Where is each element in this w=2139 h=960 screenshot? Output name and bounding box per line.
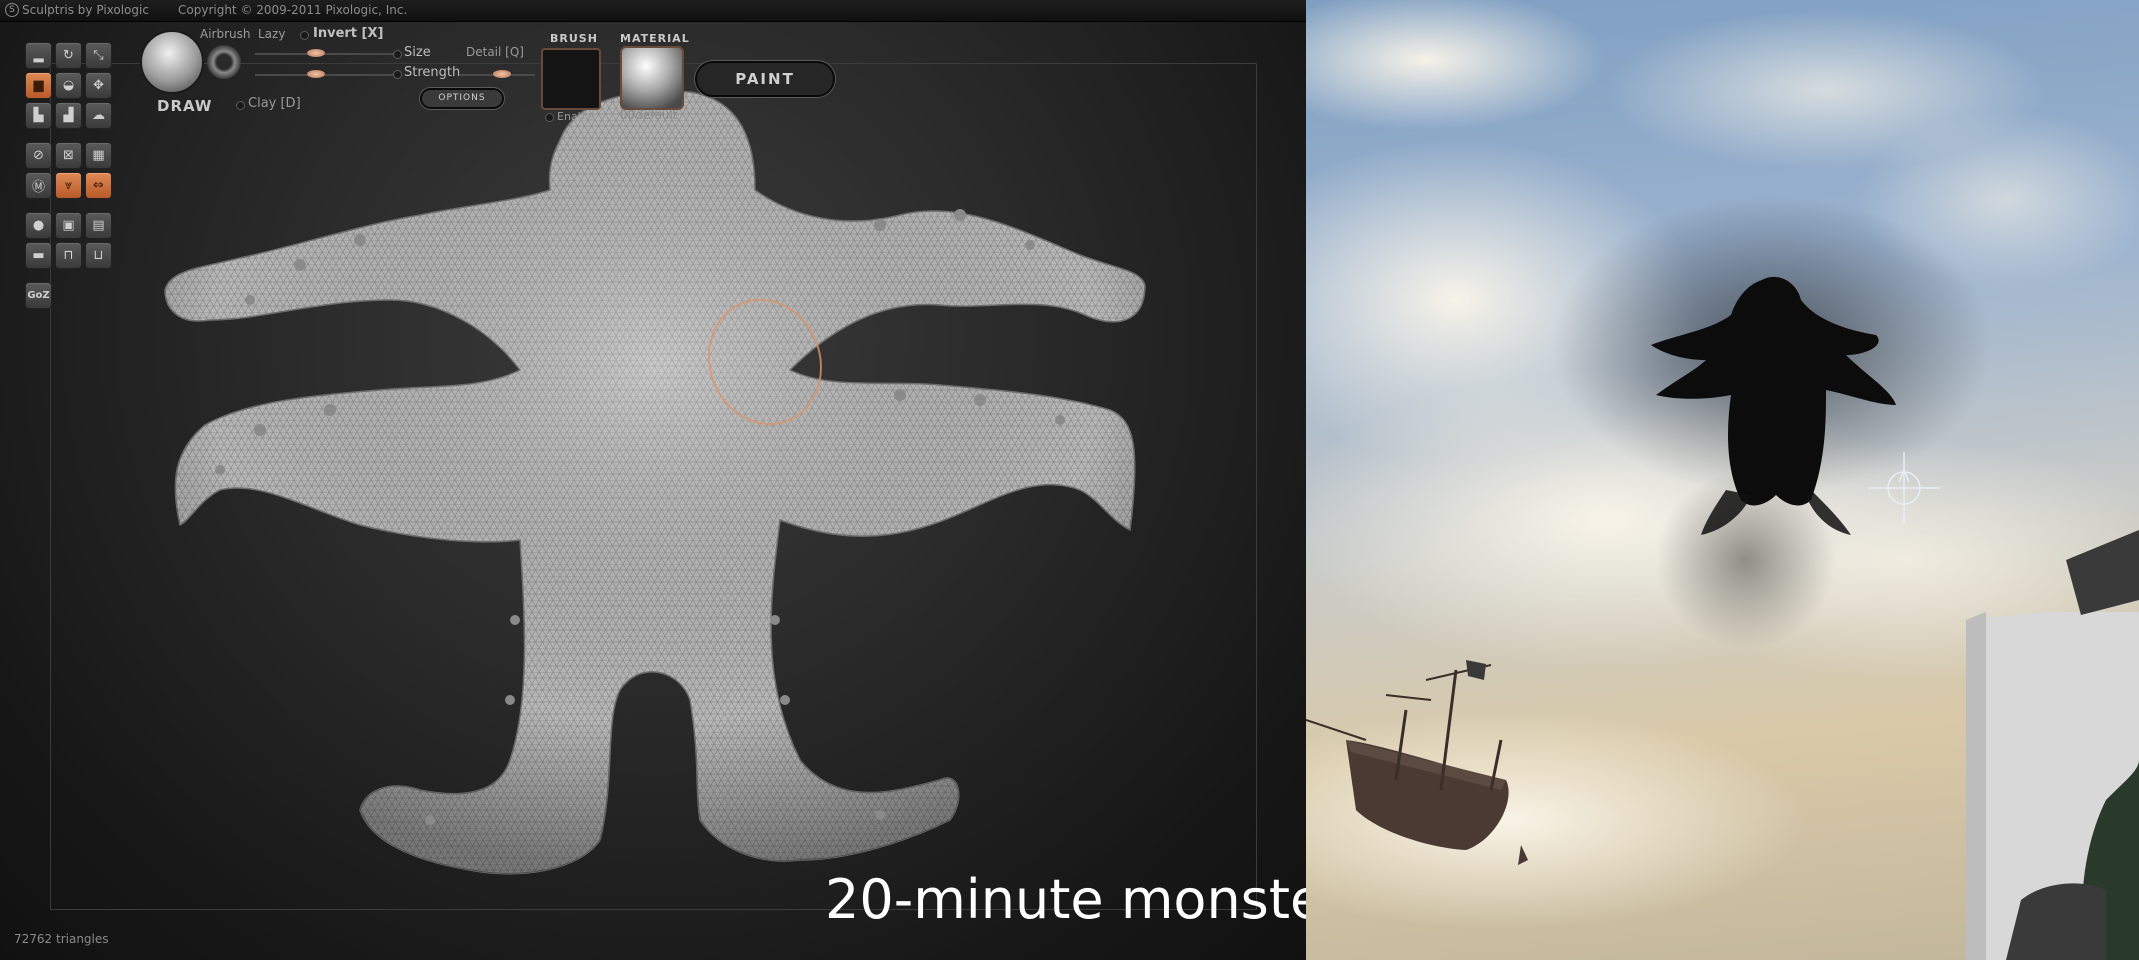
mirror-icon: ⇔	[93, 178, 104, 193]
goz-button[interactable]: GoZ	[25, 282, 52, 309]
flatten-icon: ◒	[62, 78, 75, 93]
draw-label: DRAW	[157, 97, 213, 115]
material-name: 00default	[620, 108, 678, 122]
grid-button[interactable]: ▦	[85, 142, 112, 169]
settings-icon: ⊔	[93, 248, 104, 263]
material-preview[interactable]	[620, 46, 684, 110]
sculpt-viewport[interactable]	[0, 22, 1306, 960]
copyright-text: Copyright © 2009-2011 Pixologic, Inc.	[178, 3, 408, 17]
lazy-label[interactable]: Lazy	[258, 27, 285, 41]
octopus-model	[164, 90, 1146, 875]
strength-slider-knob[interactable]	[307, 70, 325, 78]
symmetry-button[interactable]: ⊘	[25, 142, 52, 169]
grab-tool-button[interactable]: ✥	[85, 72, 112, 99]
pinch-tool-button[interactable]: ▟	[55, 102, 82, 129]
pinch-icon: ▟	[63, 108, 74, 123]
clay-label[interactable]: Clay [D]	[248, 96, 301, 111]
mirror-button[interactable]: ⇔	[85, 172, 112, 199]
invert-checkbox[interactable]	[300, 31, 309, 40]
triangle-count: 72762 triangles	[14, 932, 109, 946]
reduce-brush-button[interactable]: Ⓜ	[25, 172, 52, 199]
save-icon: ▤	[92, 218, 105, 233]
brush-enable-label[interactable]: Enable	[557, 110, 594, 123]
size-dot	[393, 50, 402, 59]
wireframe-icon: ⊠	[63, 148, 74, 163]
material-header: MATERIAL	[620, 32, 690, 45]
grab-icon: ✥	[93, 78, 104, 93]
draw-brush-icon[interactable]	[140, 30, 204, 94]
caption-text: 20-minute monster	[825, 868, 1306, 931]
new-sphere-button[interactable]: ●	[25, 212, 52, 239]
subdivide-icon: ⩔	[64, 178, 73, 193]
title-bar: S Sculptris by Pixologic Copyright © 200…	[0, 0, 1306, 22]
game-scene	[1306, 0, 2139, 960]
brush-enable-checkbox[interactable]	[545, 113, 554, 122]
options-button[interactable]: OPTIONS	[420, 88, 504, 109]
flatten-tool-button[interactable]: ◒	[55, 72, 82, 99]
strength-dot	[393, 70, 402, 79]
game-screenshot-panel	[1306, 0, 2139, 960]
inflate-icon: ▙	[33, 108, 44, 123]
inflate-tool-button[interactable]: ▙	[25, 102, 52, 129]
save-button[interactable]: ▤	[85, 212, 112, 239]
symmetry-icon: ⊘	[33, 148, 44, 163]
reduce-icon: Ⓜ	[31, 180, 45, 195]
brush-header: BRUSH	[550, 32, 598, 45]
smooth-icon: ☁	[92, 108, 105, 123]
rotate-icon: ↻	[63, 48, 74, 63]
open-button[interactable]: ▣	[55, 212, 82, 239]
app-title: Sculptris by Pixologic	[22, 3, 149, 17]
invert-label[interactable]: Invert [X]	[313, 26, 383, 41]
goz-icon: GoZ	[27, 290, 50, 301]
export-button[interactable]: ⊓	[55, 242, 82, 269]
rotate-tool-button[interactable]: ↻	[55, 42, 82, 69]
subdivide-button[interactable]: ⩔	[55, 172, 82, 199]
strength-label: Strength	[404, 65, 461, 80]
detail-label: Detail [Q]	[466, 45, 524, 59]
size-label: Size	[404, 45, 431, 60]
grid-icon: ▦	[92, 148, 105, 163]
export-icon: ⊓	[63, 248, 74, 263]
scale-icon: ⤡	[93, 48, 104, 63]
scale-tool-button[interactable]: ⤡	[85, 42, 112, 69]
strength-slider[interactable]	[255, 74, 395, 76]
paint-button[interactable]: PAINT	[695, 61, 835, 97]
detail-slider-knob[interactable]	[493, 70, 511, 78]
airbrush-label[interactable]: Airbrush	[200, 27, 251, 41]
smooth-tool-button[interactable]: ☁	[85, 102, 112, 129]
crease-icon: ▂	[33, 48, 44, 63]
import-button[interactable]: ▬	[25, 242, 52, 269]
size-slider-knob[interactable]	[307, 49, 325, 57]
sculptris-logo-icon: S	[5, 3, 19, 17]
import-icon: ▬	[32, 248, 45, 263]
clay-checkbox[interactable]	[236, 101, 245, 110]
draw-icon: ▆	[33, 78, 44, 93]
sphere-icon: ●	[32, 218, 45, 233]
brush-texture-slot[interactable]	[541, 48, 601, 110]
wireframe-button[interactable]: ⊠	[55, 142, 82, 169]
size-slider[interactable]	[255, 53, 395, 55]
settings-button[interactable]: ⊔	[85, 242, 112, 269]
airbrush-toggle-icon[interactable]	[207, 45, 241, 79]
sculptris-window: S Sculptris by Pixologic Copyright © 200…	[0, 0, 1306, 960]
open-icon: ▣	[62, 218, 75, 233]
draw-tool-button[interactable]: ▆	[25, 72, 52, 99]
crease-tool-button[interactable]: ▂	[25, 42, 52, 69]
